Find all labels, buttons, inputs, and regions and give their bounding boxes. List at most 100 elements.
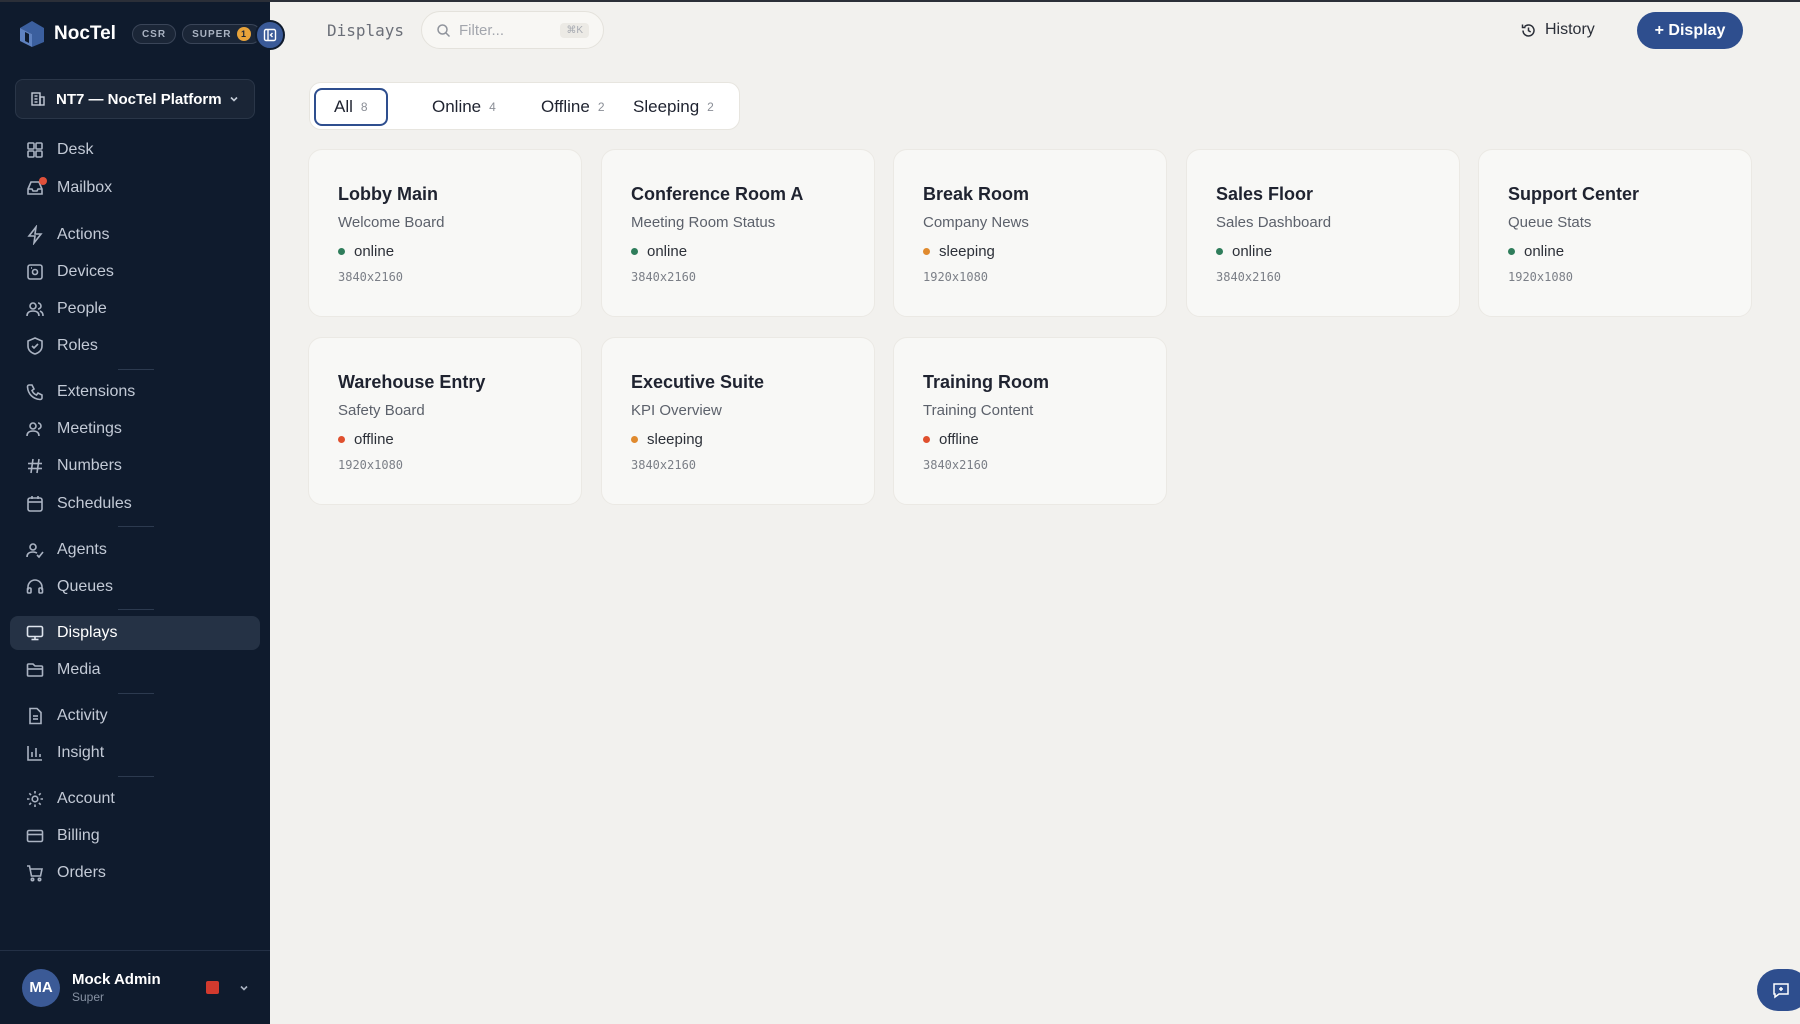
gear-icon: [27, 791, 43, 807]
display-card[interactable]: Conference Room A Meeting Room Status on…: [601, 149, 875, 317]
display-resolution: 3840x2160: [631, 458, 697, 472]
sidebar-item-displays[interactable]: Displays: [10, 616, 260, 650]
display-name: Executive Suite: [631, 372, 765, 392]
status-label: sleeping: [939, 243, 995, 260]
chevron-down-icon[interactable]: [238, 982, 250, 994]
display-status: sleeping: [923, 243, 1138, 260]
sidebar-item-actions[interactable]: Actions: [10, 218, 260, 252]
org-switcher[interactable]: NT7 — NocTel Platform: [15, 79, 255, 119]
sidebar-item-devices[interactable]: Devices: [10, 255, 260, 289]
sidebar-item-mailbox[interactable]: Mailbox: [10, 171, 260, 205]
tab-count: 2: [597, 100, 605, 114]
user-menu[interactable]: MA Mock Admin Super: [0, 950, 270, 1024]
sidebar-item-label: Media: [57, 661, 101, 678]
history-label: History: [1545, 21, 1595, 38]
sidebar-item-label: Extensions: [57, 383, 136, 400]
status-dot-icon: [923, 436, 930, 443]
sidebar-item-label: Meetings: [57, 420, 122, 437]
history-button[interactable]: History: [1520, 16, 1595, 44]
collapse-sidebar-button[interactable]: [255, 20, 285, 50]
csr-badge[interactable]: CSR: [131, 24, 177, 44]
noctel-logo-icon: [20, 21, 44, 47]
bolt-icon: [27, 225, 43, 245]
display-status: online: [1216, 243, 1431, 260]
super-badge[interactable]: SUPER 1: [182, 24, 261, 44]
display-status: online: [338, 243, 553, 260]
sidebar-item-meetings[interactable]: Meetings: [10, 412, 260, 446]
display-card[interactable]: Lobby Main Welcome Board online 3840x216…: [308, 149, 582, 317]
display-name: Support Center: [1508, 184, 1640, 204]
display-name: Training Room: [923, 372, 1049, 392]
sidebar-item-label: Billing: [57, 827, 100, 844]
display-name: Sales Floor: [1216, 184, 1314, 204]
tab-offline[interactable]: Offline 2: [523, 88, 623, 126]
display-content: Welcome Board: [338, 214, 445, 231]
tab-sleeping[interactable]: Sleeping 2: [615, 88, 732, 126]
cart-icon: [27, 865, 43, 882]
display-card[interactable]: Warehouse Entry Safety Board offline 192…: [308, 337, 582, 505]
filter-input[interactable]: [459, 21, 559, 39]
unread-dot: [39, 177, 47, 185]
status-label: online: [354, 243, 395, 260]
display-resolution: 1920x1080: [1508, 270, 1574, 284]
display-card[interactable]: Executive Suite KPI Overview sleeping 38…: [601, 337, 875, 505]
display-content: Queue Stats: [1508, 214, 1592, 231]
sidebar-item-account[interactable]: Account: [10, 782, 260, 816]
tab-label: All: [334, 97, 353, 116]
display-resolution: 3840x2160: [923, 458, 989, 472]
display-card[interactable]: Training Room Training Content offline 3…: [893, 337, 1167, 505]
status-tabs: All 8 Online 4 Offline 2 Sleeping 2: [309, 82, 740, 130]
add-display-button[interactable]: + Display: [1637, 12, 1743, 49]
avatar: MA: [22, 968, 60, 1007]
shortcut-hint: ⌘K: [560, 22, 589, 38]
sidebar-divider: [118, 526, 154, 527]
sidebar-item-people[interactable]: People: [10, 292, 260, 326]
brand-name: NocTel: [54, 23, 116, 44]
recording-indicator-icon: [206, 981, 219, 994]
sidebar-item-label: Queues: [57, 578, 114, 595]
display-card[interactable]: Sales Floor Sales Dashboard online 3840x…: [1186, 149, 1460, 317]
display-status: sleeping: [631, 431, 846, 448]
display-card[interactable]: Break Room Company News sleeping 1920x10…: [893, 149, 1167, 317]
page-title: Displays: [327, 21, 405, 40]
sidebar-item-numbers[interactable]: Numbers: [10, 449, 260, 483]
tab-online[interactable]: Online 4: [414, 88, 514, 126]
display-name: Warehouse Entry: [338, 372, 486, 392]
display-resolution: 1920x1080: [923, 270, 989, 284]
display-name: Break Room: [923, 184, 1030, 204]
sidebar-divider: [118, 776, 154, 777]
sidebar-item-label: Orders: [57, 864, 106, 881]
tab-count: 8: [360, 100, 368, 114]
display-content: Meeting Room Status: [631, 214, 776, 231]
display-status: online: [1508, 243, 1723, 260]
folder-icon: [26, 663, 44, 677]
sidebar-item-schedules[interactable]: Schedules: [10, 487, 260, 521]
user-name: Mock Admin: [72, 971, 161, 988]
tab-all[interactable]: All 8: [314, 88, 388, 126]
sidebar-item-agents[interactable]: Agents: [10, 533, 260, 567]
bar-chart-icon: [27, 746, 42, 761]
sidebar-item-orders[interactable]: Orders: [10, 856, 260, 890]
chat-icon: [1773, 983, 1789, 999]
sidebar-item-label: Roles: [57, 337, 98, 354]
filter-field[interactable]: ⌘K: [421, 11, 604, 49]
tab-count: 2: [707, 100, 714, 114]
file-icon: [29, 707, 42, 725]
sidebar-item-extensions[interactable]: Extensions: [10, 375, 260, 409]
sidebar-item-desk[interactable]: Desk: [10, 133, 260, 167]
people-icon: [26, 302, 44, 317]
chat-button[interactable]: [1757, 969, 1800, 1011]
sidebar-item-media[interactable]: Media: [10, 653, 260, 687]
sidebar-item-label: People: [57, 300, 107, 317]
sidebar-item-activity[interactable]: Activity: [10, 699, 260, 733]
sidebar-item-roles[interactable]: Roles: [10, 329, 260, 363]
sidebar-item-billing[interactable]: Billing: [10, 819, 260, 853]
status-dot-icon: [338, 248, 345, 255]
org-label: NT7 — NocTel Platform: [56, 90, 222, 108]
display-resolution: 3840x2160: [338, 270, 404, 284]
sidebar-item-insight[interactable]: Insight: [10, 736, 260, 770]
user-info: Mock Admin Super: [72, 971, 192, 1004]
hash-icon: [28, 458, 42, 474]
sidebar-item-queues[interactable]: Queues: [10, 570, 260, 604]
display-card[interactable]: Support Center Queue Stats online 1920x1…: [1478, 149, 1752, 317]
